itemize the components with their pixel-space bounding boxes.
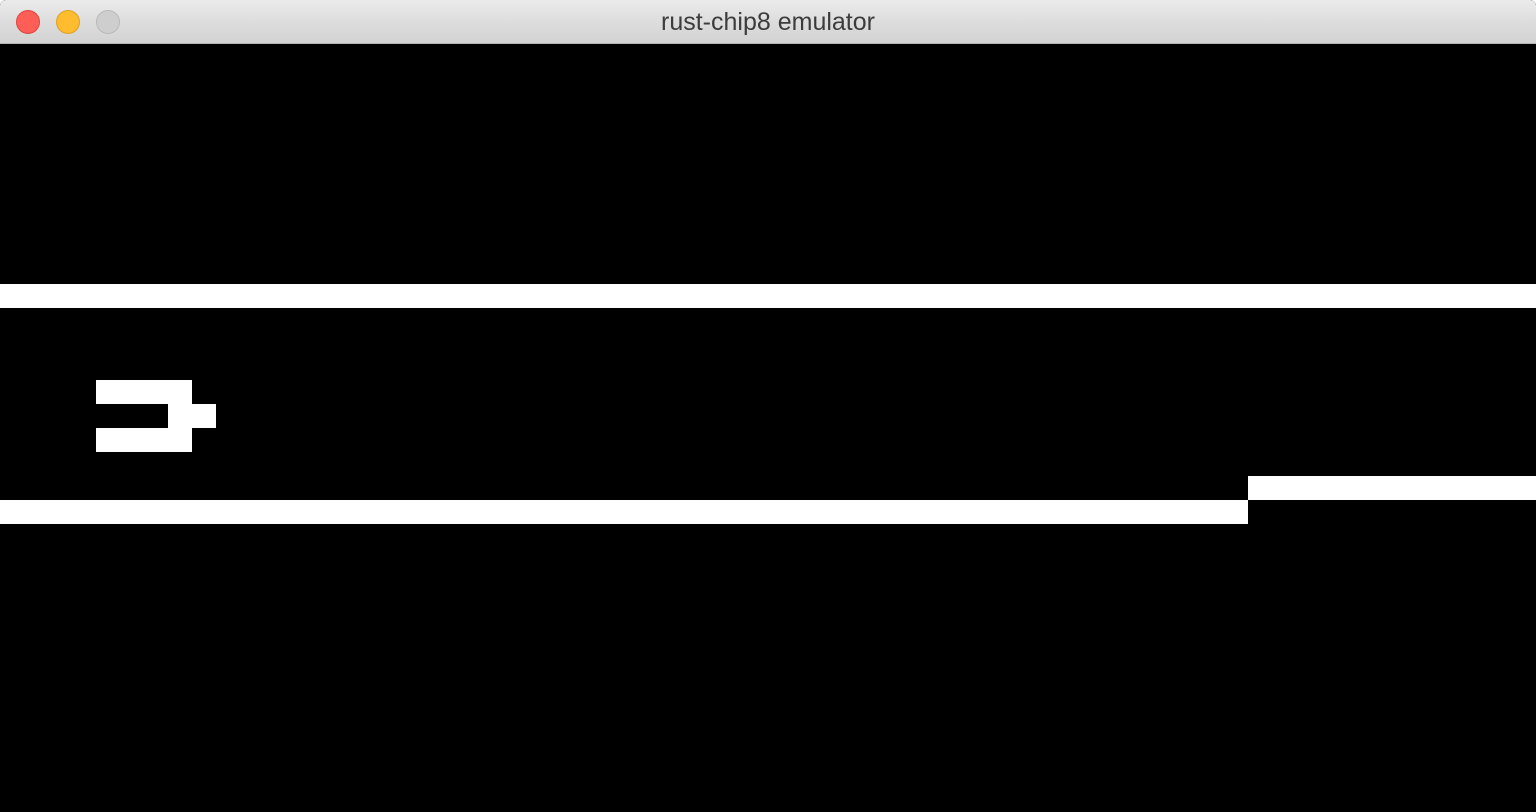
chip8-display — [0, 44, 1536, 812]
window-title: rust-chip8 emulator — [661, 8, 875, 36]
player-sprite-bottom — [96, 428, 192, 452]
top-wall — [0, 284, 1536, 308]
player-sprite-top — [96, 380, 192, 404]
bottom-wall-left — [0, 500, 1248, 524]
emulator-window: rust-chip8 emulator — [0, 0, 1536, 812]
bottom-wall-right-step — [1248, 476, 1536, 500]
player-sprite-middle — [168, 404, 216, 428]
title-bar[interactable]: rust-chip8 emulator — [0, 0, 1536, 44]
